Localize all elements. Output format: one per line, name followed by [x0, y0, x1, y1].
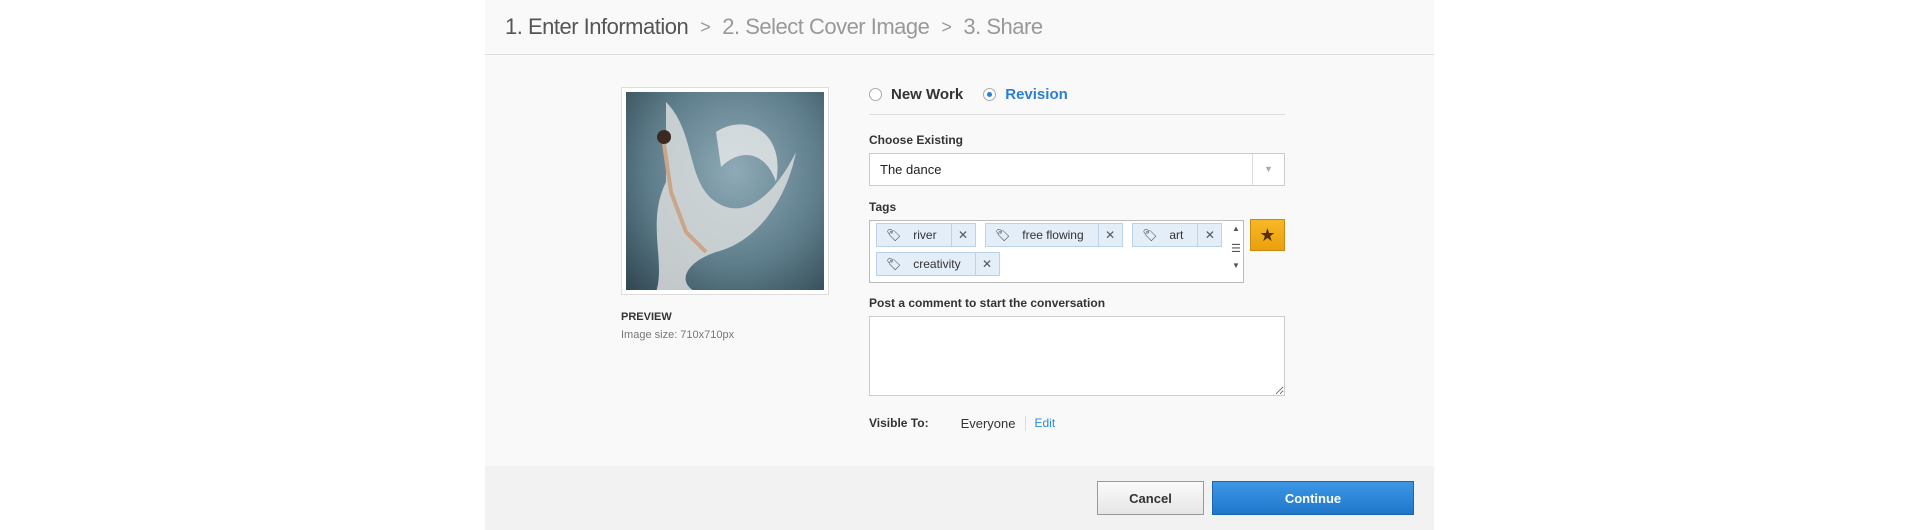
tag-label: creativity — [913, 257, 961, 271]
preview-image — [626, 92, 824, 290]
continue-button[interactable]: Continue — [1212, 481, 1414, 515]
tags-input[interactable]: 🏷 river ✕ 🏷 free flowing ✕ 🏷 art ✕ 🏷 creativity… — [869, 220, 1244, 283]
footer: Cancel Continue — [485, 466, 1434, 530]
step-3: 3. Share — [963, 14, 1043, 39]
radio-circle[interactable] — [869, 88, 882, 101]
tag-icon: 🏷 — [886, 228, 902, 242]
tag-label: art — [1169, 228, 1184, 242]
tag-icon: 🏷 — [1142, 228, 1158, 242]
tag-chip: 🏷 art ✕ — [1132, 223, 1223, 247]
step-2: 2. Select Cover Image — [722, 14, 930, 39]
star-icon: ★ — [1259, 225, 1276, 245]
comment-textarea[interactable] — [869, 316, 1285, 396]
preview-image-frame — [621, 87, 829, 295]
edit-visibility-link[interactable]: Edit — [1035, 416, 1056, 430]
preview-label: PREVIEW — [621, 311, 672, 323]
tag-label: river — [913, 228, 937, 242]
tag-label: free flowing — [1022, 228, 1084, 242]
remove-tag-icon[interactable]: ✕ — [1197, 224, 1221, 246]
tags-scrollbar[interactable]: ▲ ☰ ▼ — [1229, 221, 1243, 282]
tags-label: Tags — [869, 200, 897, 214]
radio-circle-selected[interactable] — [983, 88, 997, 101]
tag-chip: 🏷 free flowing ✕ — [985, 223, 1123, 247]
tag-icon: 🏷 — [995, 228, 1011, 242]
chevron-down-icon[interactable]: ▼ — [1252, 154, 1284, 185]
radio-revision[interactable]: Revision — [983, 86, 1068, 103]
image-size: Image size: 710x710px — [621, 329, 735, 341]
choose-existing-label: Choose Existing — [869, 133, 964, 147]
divider — [869, 114, 1285, 115]
step-separator: > — [941, 16, 952, 37]
cancel-button[interactable]: Cancel — [1097, 481, 1204, 515]
work-type-radio-group: New Work Revision — [869, 86, 1088, 103]
remove-tag-icon[interactable]: ✕ — [974, 253, 999, 275]
star-button[interactable]: ★ — [1250, 219, 1285, 251]
select-value: The dance — [880, 162, 942, 177]
scroll-down-icon[interactable]: ▼ — [1229, 261, 1243, 270]
tag-chip: 🏷 river ✕ — [876, 223, 976, 247]
visible-to-label: Visible To: — [869, 416, 929, 430]
step-separator: > — [700, 16, 711, 37]
comment-label: Post a comment to start the conversation — [869, 296, 1106, 310]
wizard-panel: 1. Enter Information > 2. Select Cover I… — [485, 0, 1434, 530]
choose-existing-select[interactable]: The dance ▼ — [869, 153, 1285, 186]
radio-label: New Work — [891, 86, 964, 103]
tag-icon: 🏷 — [886, 257, 902, 271]
step-1: 1. Enter Information — [505, 14, 689, 39]
remove-tag-icon[interactable]: ✕ — [1097, 224, 1122, 246]
remove-tag-icon[interactable]: ✕ — [950, 224, 975, 246]
visibility-row: Visible To: Everyone Edit — [869, 415, 1055, 431]
step-breadcrumb: 1. Enter Information > 2. Select Cover I… — [485, 0, 1434, 55]
visibility-value: Everyone — [961, 415, 1026, 431]
tag-chip: 🏷 creativity ✕ — [876, 252, 1000, 276]
scroll-up-icon[interactable]: ▲ — [1229, 224, 1243, 233]
scroll-thumb-icon[interactable]: ☰ — [1229, 242, 1243, 255]
radio-label: Revision — [1005, 86, 1068, 103]
radio-new-work[interactable]: New Work — [869, 86, 963, 103]
